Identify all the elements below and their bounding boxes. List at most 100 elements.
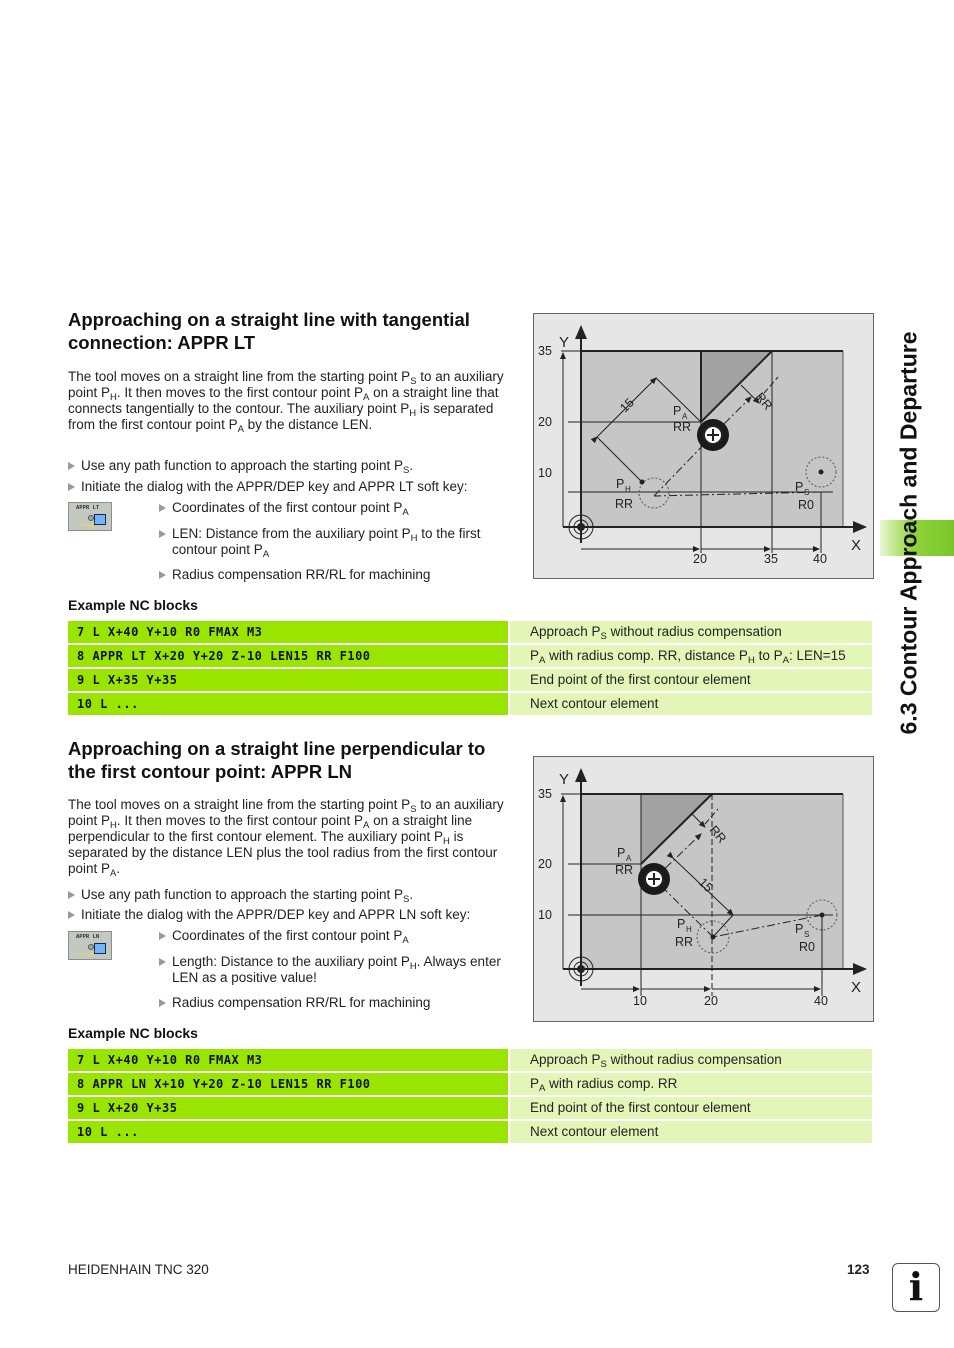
- table-row: 10 L ... Next contour element: [68, 1121, 872, 1143]
- nc-code: 10 L ...: [68, 1121, 508, 1143]
- svg-text:H: H: [625, 485, 631, 494]
- svg-text:35: 35: [764, 552, 778, 566]
- svg-text:35: 35: [538, 344, 552, 358]
- svg-text:RR: RR: [675, 935, 693, 949]
- nc-code: 10 L ...: [68, 693, 508, 715]
- svg-text:P: P: [616, 477, 624, 491]
- sub-bullet-item: LEN: Distance from the auxiliary point P…: [159, 526, 522, 560]
- subscript: A: [363, 820, 370, 831]
- svg-text:35: 35: [538, 787, 552, 801]
- svg-text:20: 20: [693, 552, 707, 566]
- appr-lt-diagram: Y X 35 20 10 20 35 40 P A RR P H RR P S …: [533, 313, 874, 579]
- manual-page: 6.3 Contour Approach and Departure Appro…: [0, 0, 954, 1348]
- nc-code: 7 L X+40 Y+10 R0 FMAX M3: [68, 621, 508, 643]
- nc-description: End point of the first contour element: [510, 669, 872, 691]
- sub-bullet-item: Coordinates of the first contour point P…: [159, 928, 522, 946]
- subscript: S: [410, 376, 417, 387]
- svg-text:10: 10: [538, 908, 552, 922]
- subscript: S: [600, 1059, 607, 1070]
- nc-blocks-table: 7 L X+40 Y+10 R0 FMAX M3 Approach PS with…: [68, 1049, 872, 1145]
- svg-text:S: S: [804, 930, 809, 939]
- subscript: S: [410, 804, 417, 815]
- nc-description: PA with radius comp. RR: [510, 1073, 872, 1095]
- bullet-item: Initiate the dialog with the APPR/DEP ke…: [68, 907, 470, 923]
- subscript: S: [600, 631, 607, 642]
- section-heading-appr-lt: Approaching on a straight line with tang…: [68, 309, 470, 353]
- subscript: H: [747, 655, 755, 666]
- info-icon: i: [892, 1263, 940, 1312]
- subscript: A: [539, 1083, 546, 1094]
- triangle-bullet-icon: [68, 891, 75, 899]
- subscript: H: [442, 836, 450, 847]
- svg-text:10: 10: [633, 994, 647, 1008]
- sub-bullet-item: Radius compensation RR/RL for machining: [159, 567, 522, 583]
- sub-bullet-item: Length: Distance to the auxiliary point …: [159, 954, 512, 986]
- sub-bullet-item: Radius compensation RR/RL for machining: [159, 995, 522, 1011]
- nc-code: 9 L X+35 Y+35: [68, 669, 508, 691]
- triangle-bullet-icon: [159, 958, 166, 966]
- svg-text:RR: RR: [615, 497, 633, 511]
- triangle-bullet-icon: [159, 571, 166, 579]
- section-description: The tool moves on a straight line from t…: [68, 369, 504, 435]
- svg-text:P: P: [795, 480, 803, 494]
- triangle-bullet-icon: [159, 530, 166, 538]
- table-row: 8 APPR LT X+20 Y+20 Z-10 LEN15 RR F100 PA…: [68, 645, 872, 667]
- subscript: A: [363, 392, 370, 403]
- svg-text:20: 20: [538, 857, 552, 871]
- section-description: The tool moves on a straight line from t…: [68, 797, 504, 879]
- svg-text:X: X: [851, 537, 861, 554]
- table-row: 9 L X+20 Y+35 End point of the first cont…: [68, 1097, 872, 1119]
- table-row: 9 L X+35 Y+35 End point of the first cont…: [68, 669, 872, 691]
- nc-code: 8 APPR LT X+20 Y+20 Z-10 LEN15 RR F100: [68, 645, 508, 667]
- svg-text:20: 20: [538, 415, 552, 429]
- table-row: 8 APPR LN X+10 Y+20 Z-10 LEN15 RR F100 PA…: [68, 1073, 872, 1095]
- svg-text:R0: R0: [798, 498, 814, 512]
- svg-text:20: 20: [704, 994, 718, 1008]
- subscript: A: [782, 655, 789, 666]
- triangle-bullet-icon: [68, 483, 75, 491]
- appr-ln-softkey-icon: APPR LN: [68, 931, 112, 960]
- nc-description: Next contour element: [510, 1121, 872, 1143]
- svg-text:P: P: [673, 404, 681, 418]
- nc-description: Next contour element: [510, 693, 872, 715]
- bullet-item: Use any path function to approach the st…: [68, 887, 413, 904]
- svg-text:10: 10: [538, 466, 552, 480]
- svg-text:Y: Y: [559, 334, 569, 351]
- svg-text:RR: RR: [615, 863, 633, 877]
- subscript: H: [110, 392, 117, 403]
- svg-text:H: H: [686, 925, 692, 934]
- bullet-item: Use any path function to approach the st…: [68, 458, 413, 475]
- subscript: A: [539, 655, 546, 666]
- subscript: A: [402, 507, 409, 518]
- subscript: H: [410, 533, 418, 544]
- nc-description: PA with radius comp. RR, distance PH to …: [510, 645, 872, 667]
- nc-code: 8 APPR LN X+10 Y+20 Z-10 LEN15 RR F100: [68, 1073, 508, 1095]
- triangle-bullet-icon: [159, 932, 166, 940]
- appr-ln-diagram: Y X 35 20 10 10 20 40 P A RR P H RR P S …: [533, 756, 874, 1022]
- nc-code: 7 L X+40 Y+10 R0 FMAX M3: [68, 1049, 508, 1071]
- svg-text:R0: R0: [799, 940, 815, 954]
- triangle-bullet-icon: [159, 504, 166, 512]
- svg-text:40: 40: [814, 994, 828, 1008]
- example-label: Example NC blocks: [68, 1025, 198, 1041]
- nc-description: End point of the first contour element: [510, 1097, 872, 1119]
- svg-text:P: P: [617, 846, 625, 860]
- subscript: A: [262, 549, 270, 560]
- chapter-title: 6.3 Contour Approach and Departure: [895, 331, 922, 735]
- svg-text:P: P: [795, 922, 803, 936]
- subscript: H: [110, 820, 117, 831]
- nc-code: 9 L X+20 Y+35: [68, 1097, 508, 1119]
- page-number: 123: [847, 1262, 870, 1277]
- subscript: H: [409, 408, 417, 419]
- svg-text:RR: RR: [673, 420, 691, 434]
- table-row: 7 L X+40 Y+10 R0 FMAX M3 Approach PS with…: [68, 621, 872, 643]
- triangle-bullet-icon: [68, 911, 75, 919]
- svg-text:Y: Y: [559, 771, 569, 788]
- bullet-item: Initiate the dialog with the APPR/DEP ke…: [68, 479, 467, 495]
- nc-description: Approach PS without radius compensation: [510, 1049, 872, 1071]
- subscript: A: [110, 868, 117, 879]
- subscript: A: [402, 935, 409, 946]
- svg-text:X: X: [851, 979, 861, 996]
- svg-text:P: P: [677, 917, 685, 931]
- nc-blocks-table: 7 L X+40 Y+10 R0 FMAX M3 Approach PS with…: [68, 621, 872, 717]
